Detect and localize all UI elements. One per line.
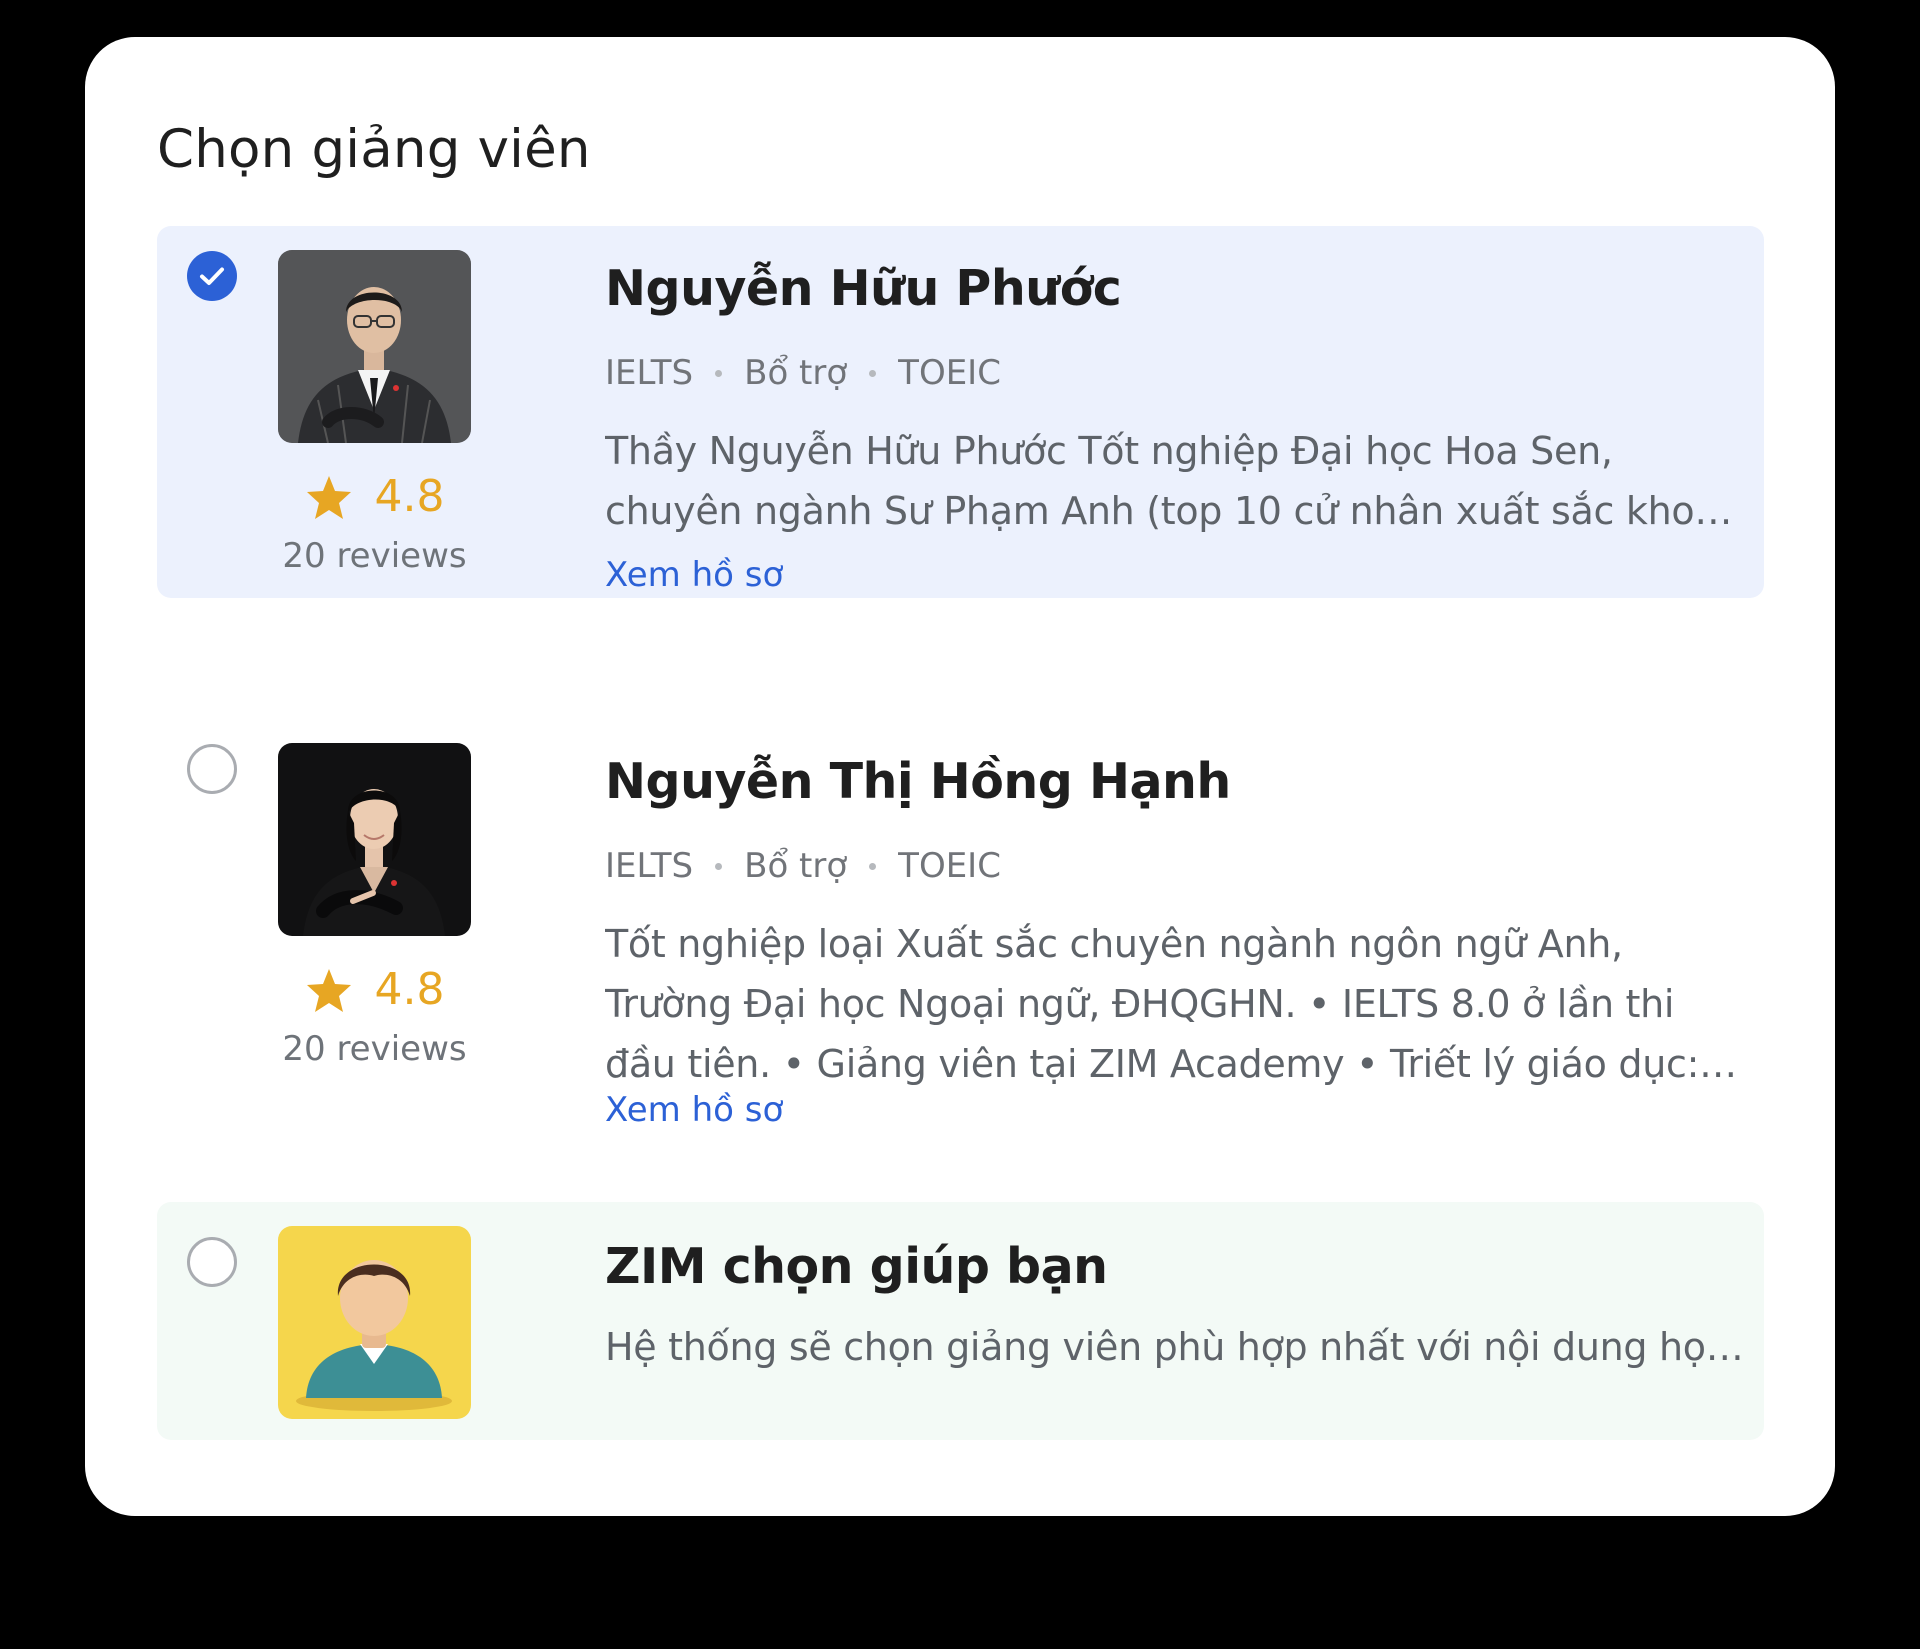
teacher-description: Tốt nghiệp loại Xuất sắc chuyên ngành ng… <box>605 922 1700 1086</box>
teacher-avatar-photo <box>278 250 471 443</box>
auto-pick-description: Hệ thống sẽ chọn giảng viên phù hợp nhất… <box>605 1325 1727 1369</box>
teacher-name: Nguyễn Thị Hồng Hạnh <box>605 753 1231 810</box>
star-icon <box>306 475 351 519</box>
auto-pick-title: ZIM chọn giúp bạn <box>605 1238 1108 1295</box>
tag: Bổ trợ <box>744 846 848 886</box>
radio-selected[interactable] <box>187 251 237 301</box>
separator-dot <box>869 369 877 377</box>
rating-value: 4.8 <box>374 471 445 522</box>
auto-pick-option[interactable]: ZIM chọn giúp bạn Hệ thống sẽ chọn giảng… <box>157 1202 1764 1440</box>
default-avatar-icon <box>278 1226 471 1419</box>
teacher-rating: 4.8 20 reviews <box>278 471 471 576</box>
review-count: 20 reviews <box>282 1029 467 1069</box>
teacher-info: Nguyễn Hữu Phước IELTS Bổ trợ TOEIC Thầy… <box>605 260 1744 595</box>
tag: IELTS <box>605 846 694 886</box>
teacher-tags: IELTS Bổ trợ TOEIC <box>605 846 1744 886</box>
view-profile-link[interactable]: Xem hồ sơ <box>605 555 783 595</box>
teacher-tags: IELTS Bổ trợ TOEIC <box>605 353 1744 393</box>
view-profile-link[interactable]: Xem hồ sơ <box>605 1090 783 1130</box>
separator-dot <box>869 862 877 870</box>
rating-value: 4.8 <box>374 964 445 1015</box>
separator-dot <box>715 862 723 870</box>
teacher-name: Nguyễn Hữu Phước <box>605 260 1122 317</box>
review-count: 20 reviews <box>282 536 467 576</box>
tag: Bổ trợ <box>744 353 848 393</box>
select-teacher-card: Chọn giảng viên 4.8 20 reviews Nguyễn Hữ… <box>85 37 1835 1516</box>
page-title: Chọn giảng viên <box>157 119 591 180</box>
tag: TOEIC <box>898 353 1001 393</box>
teacher-option-1[interactable]: 4.8 20 reviews Nguyễn Hữu Phước IELTS Bổ… <box>157 226 1764 598</box>
separator-dot <box>715 369 723 377</box>
tag: IELTS <box>605 353 694 393</box>
teacher-info: Nguyễn Thị Hồng Hạnh IELTS Bổ trợ TOEIC … <box>605 753 1744 1130</box>
check-icon <box>200 267 224 285</box>
teacher-description: Thầy Nguyễn Hữu Phước Tốt nghiệp Đại học… <box>605 429 1718 533</box>
teacher-rating: 4.8 20 reviews <box>278 964 471 1069</box>
radio-unselected[interactable] <box>187 1237 237 1287</box>
teacher-option-2[interactable]: 4.8 20 reviews Nguyễn Thị Hồng Hạnh IELT… <box>157 719 1764 1159</box>
auto-pick-info: ZIM chọn giúp bạn Hệ thống sẽ chọn giảng… <box>605 1238 1744 1377</box>
star-icon <box>306 968 351 1012</box>
teacher-avatar-photo <box>278 743 471 936</box>
tag: TOEIC <box>898 846 1001 886</box>
radio-unselected[interactable] <box>187 744 237 794</box>
